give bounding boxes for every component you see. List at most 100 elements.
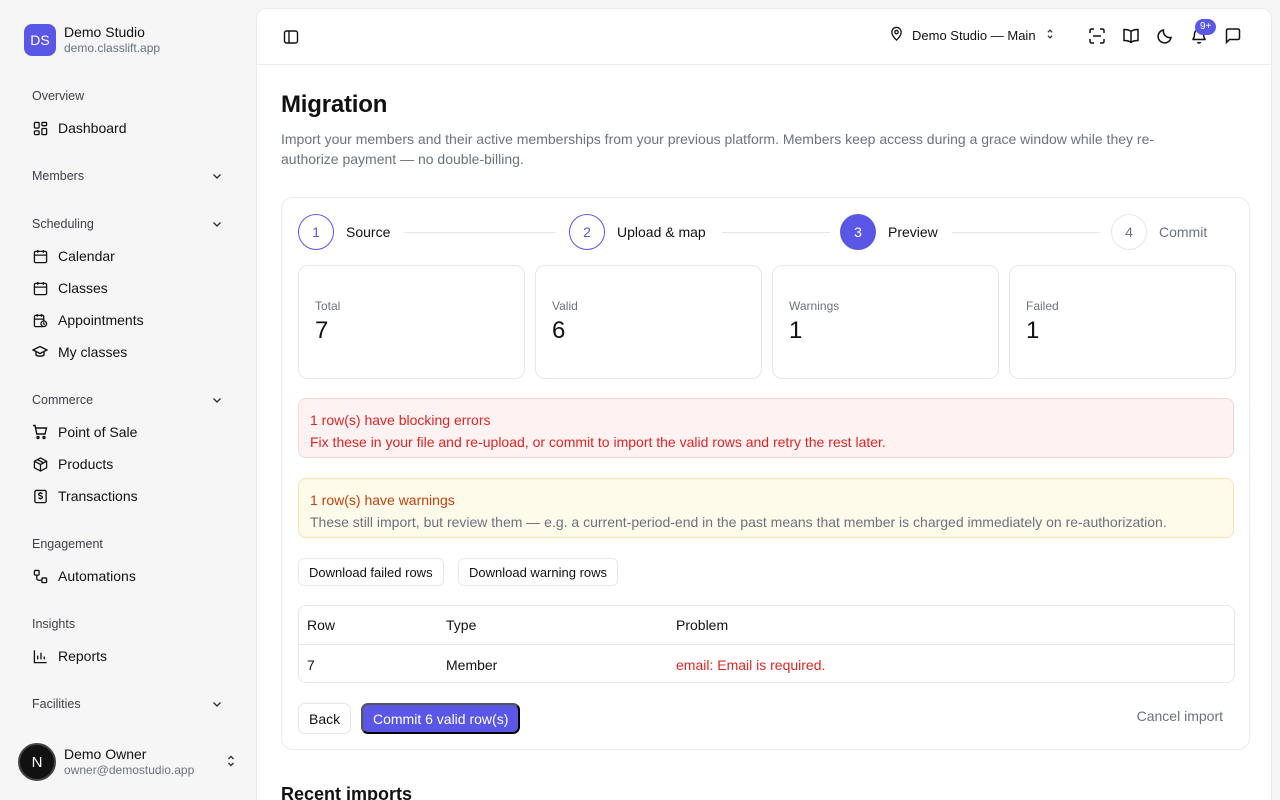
book-open-icon <box>1122 27 1140 48</box>
theme-toggle-button[interactable] <box>1153 25 1177 49</box>
sidebar-item-calendar[interactable]: Calendar <box>32 244 224 268</box>
download-failed-rows-button[interactable]: Download failed rows <box>298 558 444 586</box>
dashboard-icon <box>32 120 48 136</box>
stepper-connector <box>722 232 830 233</box>
calendar-icon <box>32 280 48 296</box>
step-commit: 4 Commit <box>1111 214 1207 250</box>
sidebar-item-label: My classes <box>58 344 128 360</box>
calendar-clock-icon <box>32 312 48 328</box>
messages-button[interactable] <box>1221 25 1245 49</box>
error-alert-title: 1 row(s) have blocking errors <box>310 412 491 428</box>
avatar: N <box>18 743 56 781</box>
stat-value: 1 <box>1026 317 1040 344</box>
sidebar-item-appointments[interactable]: Appointments <box>32 308 224 332</box>
user-email: owner@demostudio.app <box>64 763 195 777</box>
user-name: Demo Owner <box>64 746 147 762</box>
location-selector[interactable]: Demo Studio — Main <box>889 26 1056 44</box>
sidebar-item-automations[interactable]: Automations <box>32 564 224 588</box>
step-number: 1 <box>298 214 334 250</box>
bar-chart-icon <box>32 648 48 664</box>
cell-type: Member <box>446 656 498 673</box>
stat-value: 6 <box>552 317 566 344</box>
cancel-import-button[interactable]: Cancel import <box>1137 708 1223 724</box>
stat-value: 1 <box>789 317 803 344</box>
sidebar-item-label: Transactions <box>58 488 138 504</box>
error-alert: 1 row(s) have blocking errors Fix these … <box>298 398 1234 458</box>
page-subtitle: Import your members and their active mem… <box>281 131 1155 167</box>
sidebar-item-label: Automations <box>58 568 136 584</box>
stat-value: 7 <box>315 317 329 344</box>
step-label: Commit <box>1159 224 1208 240</box>
step-label: Source <box>346 224 391 240</box>
step-upload-map[interactable]: 2 Upload & map <box>569 214 706 250</box>
column-header: Row <box>307 617 336 633</box>
cell-row: 7 <box>307 656 315 673</box>
step-label: Preview <box>888 224 938 240</box>
calendar-icon <box>32 248 48 264</box>
group-toggle-facilities[interactable]: Facilities <box>32 697 224 711</box>
workspace-logo: DS <box>24 24 56 56</box>
issues-table: Row Type Problem 7 Member email: Email i… <box>298 605 1235 683</box>
commit-button[interactable]: Commit 6 valid row(s) <box>361 703 521 734</box>
back-button[interactable]: Back <box>298 703 352 734</box>
step-number: 2 <box>569 214 605 250</box>
sidebar-item-classes[interactable]: Classes <box>32 276 224 300</box>
step-source[interactable]: 1 Source <box>298 214 390 250</box>
stat-label: Total <box>315 299 341 313</box>
table-row: 7 Member email: Email is required. <box>299 645 1234 682</box>
package-icon <box>32 456 48 472</box>
sidebar-toggle-button[interactable] <box>279 25 303 49</box>
stat-total: Total 7 <box>298 265 525 379</box>
notification-count-badge: 9+ <box>1195 19 1217 35</box>
group-toggle-scheduling[interactable]: Scheduling <box>32 217 224 231</box>
group-toggle-members[interactable]: Members <box>32 169 224 183</box>
group-label-engagement: Engagement <box>32 537 103 551</box>
chevrons-up-down-icon <box>224 754 238 771</box>
sidebar-item-label: Classes <box>58 280 108 296</box>
sidebar-item-transactions[interactable]: Transactions <box>32 484 224 508</box>
group-label-insights: Insights <box>32 617 76 631</box>
sidebar-item-reports[interactable]: Reports <box>32 644 224 668</box>
download-warning-rows-button[interactable]: Download warning rows <box>458 558 619 586</box>
stat-label: Warnings <box>789 299 840 313</box>
moon-icon <box>1156 27 1174 48</box>
stepper-connector <box>952 232 1100 233</box>
step-label: Upload & map <box>617 224 706 240</box>
chevron-down-icon <box>210 697 224 711</box>
recent-imports-heading: Recent imports <box>281 784 413 800</box>
message-square-icon <box>1224 27 1242 48</box>
sidebar-item-point-of-sale[interactable]: Point of Sale <box>32 420 224 444</box>
stat-label: Valid <box>552 299 578 313</box>
sidebar-item-label: Calendar <box>58 248 115 264</box>
sidebar-item-my-classes[interactable]: My classes <box>32 340 224 364</box>
graduation-cap-icon <box>32 344 48 360</box>
page-title: Migration <box>281 91 388 118</box>
sidebar-item-label: Appointments <box>58 312 144 328</box>
group-toggle-commerce[interactable]: Commerce <box>32 393 224 407</box>
step-number: 4 <box>1111 214 1147 250</box>
migration-wizard-card: 1 Source 2 Upload & map 3 Preview 4 Comm… <box>281 197 1250 750</box>
step-number: 3 <box>840 214 876 250</box>
chevrons-up-down-icon <box>1044 28 1056 43</box>
sidebar-item-label: Products <box>58 456 114 472</box>
top-bar: Demo Studio — Main 9+ <box>257 9 1271 65</box>
column-header: Type <box>446 617 477 633</box>
receipt-dollar-icon <box>32 488 48 504</box>
shopping-cart-icon <box>32 424 48 440</box>
main-panel: Demo Studio — Main 9+ Migration Import y… <box>256 8 1272 800</box>
location-label: Demo Studio — Main <box>912 27 1036 43</box>
table-header-row: Row Type Problem <box>299 606 1234 645</box>
user-menu[interactable]: N Demo Owner owner@demostudio.app <box>18 743 238 781</box>
warning-alert-title: 1 row(s) have warnings <box>310 492 455 508</box>
scan-button[interactable] <box>1085 25 1109 49</box>
sidebar-item-dashboard[interactable]: Dashboard <box>32 116 224 140</box>
workspace-switcher[interactable]: DS Demo Studio demo.classlift.app <box>24 24 160 56</box>
stat-label: Failed <box>1026 299 1059 313</box>
column-header: Problem <box>676 617 729 633</box>
workspace-url: demo.classlift.app <box>64 41 161 55</box>
stat-valid: Valid 6 <box>535 265 762 379</box>
sidebar-item-products[interactable]: Products <box>32 452 224 476</box>
stat-failed: Failed 1 <box>1009 265 1236 379</box>
scan-icon <box>1088 27 1106 48</box>
docs-button[interactable] <box>1119 25 1143 49</box>
